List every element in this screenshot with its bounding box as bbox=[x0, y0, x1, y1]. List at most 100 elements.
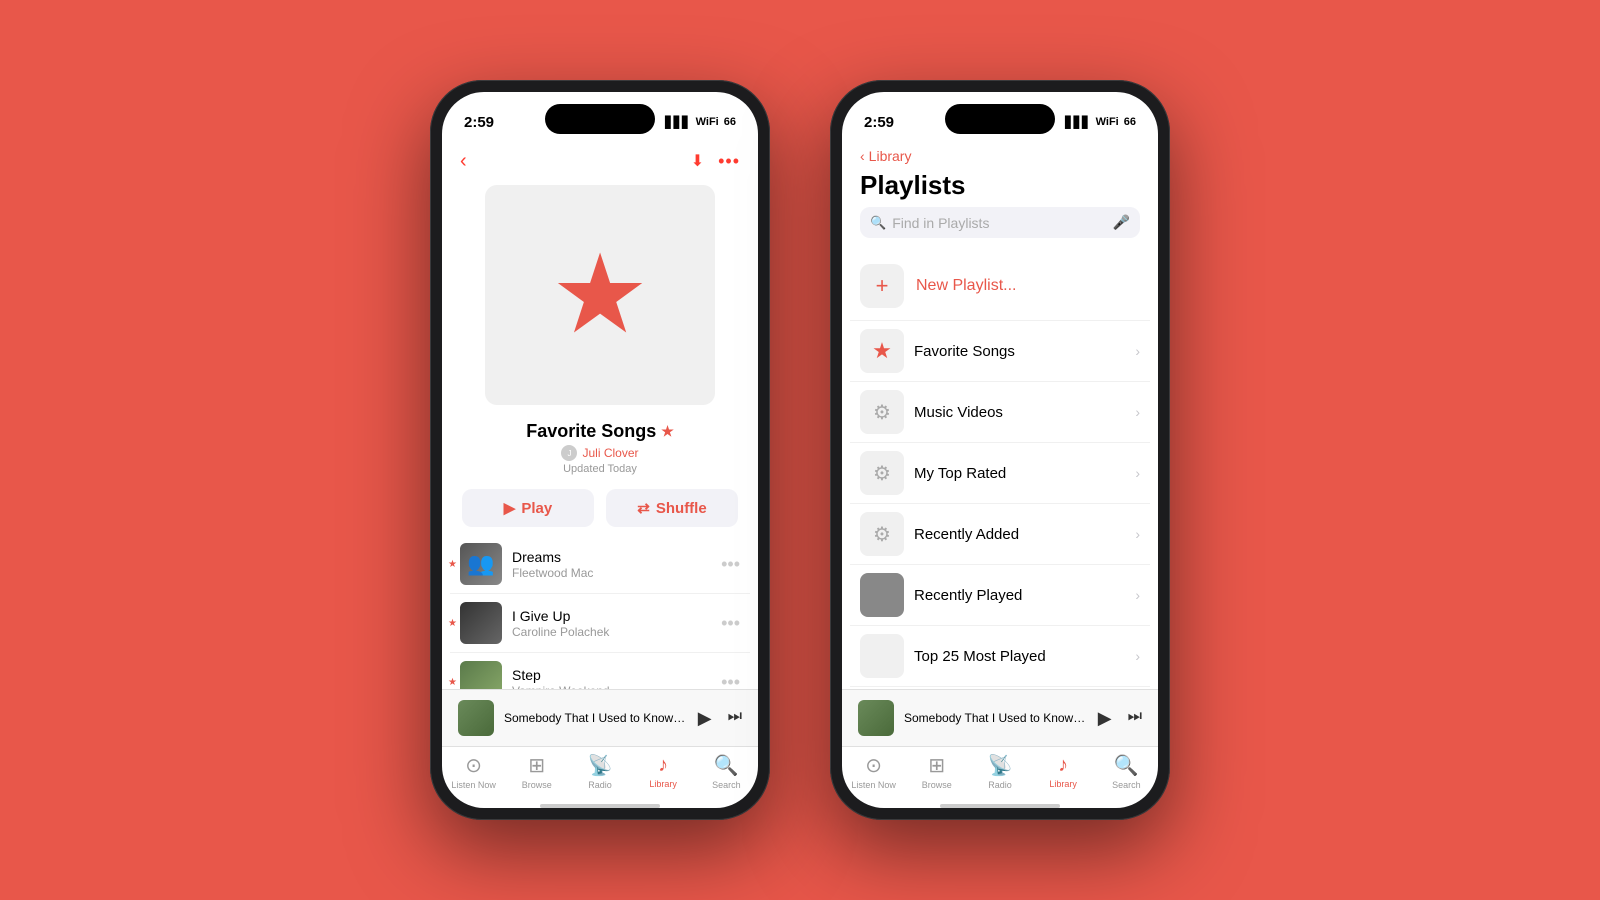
phone-2: 2:59 ▋▋▋ WiFi 66 ‹ Library Playlists 🔍 F… bbox=[830, 80, 1170, 820]
tab-radio-1[interactable]: 📡 Radio bbox=[568, 753, 631, 790]
tab-label-browse-1: Browse bbox=[522, 780, 552, 790]
back-nav-2[interactable]: ‹ Library bbox=[860, 148, 1140, 164]
gear-icon-recently-added: ⚙ bbox=[873, 522, 891, 547]
author-avatar: J bbox=[561, 445, 577, 461]
playlist-info: Favorite Songs ★ J Juli Clover Updated T… bbox=[442, 415, 758, 479]
nav-bar-1: ‹ ⬇ ••• bbox=[442, 144, 758, 181]
battery-icon-2: 66 bbox=[1124, 116, 1136, 128]
new-playlist-label: New Playlist... bbox=[916, 277, 1140, 295]
dynamic-island-1 bbox=[545, 104, 655, 134]
tab-listen-now-2[interactable]: ⊙ Listen Now bbox=[842, 753, 905, 790]
song-star-indicator: ★ bbox=[448, 677, 457, 688]
song-list: ★ 👥 Dreams Fleetwood Mac ••• ★ I Give bbox=[442, 535, 758, 689]
chevron-right-recently-played: › bbox=[1135, 587, 1140, 603]
new-playlist-item[interactable]: + New Playlist... bbox=[850, 252, 1150, 321]
tab-search-1[interactable]: 🔍 Search bbox=[695, 753, 758, 790]
mic-icon-2[interactable]: 🎤 bbox=[1113, 214, 1130, 231]
mini-player-2[interactable]: Somebody That I Used to Know (... ▶ ⏭ bbox=[842, 689, 1158, 746]
playlist-thumb-top-rated: ⚙ bbox=[860, 451, 904, 495]
search-bar-placeholder-2: Find in Playlists bbox=[892, 215, 1106, 231]
list-item[interactable] bbox=[850, 687, 1150, 689]
tab-browse-1[interactable]: ⊞ Browse bbox=[505, 753, 568, 790]
tab-label-radio-1: Radio bbox=[588, 780, 612, 790]
song-thumb-step bbox=[460, 661, 502, 689]
playlist-title: Favorite Songs ★ bbox=[462, 421, 738, 442]
playlist-thumb-favorites: ★ bbox=[860, 329, 904, 373]
playlists-page-title: Playlists bbox=[860, 170, 1140, 201]
tab-radio-2[interactable]: 📡 Radio bbox=[968, 753, 1031, 790]
chevron-right-top-rated: › bbox=[1135, 465, 1140, 481]
list-item[interactable]: Recently Played › bbox=[850, 565, 1150, 626]
wifi-icon-2: WiFi bbox=[1096, 116, 1119, 128]
song-info-dreams: Dreams Fleetwood Mac bbox=[512, 549, 711, 580]
signal-icon-2: ▋▋▋ bbox=[1065, 116, 1090, 129]
tab-browse-2[interactable]: ⊞ Browse bbox=[905, 753, 968, 790]
play-button[interactable]: ▶ Play bbox=[462, 489, 594, 527]
song-thumb-dreams: 👥 bbox=[460, 543, 502, 585]
wifi-icon-1: WiFi bbox=[696, 116, 719, 128]
new-playlist-icon: + bbox=[860, 264, 904, 308]
home-indicator-2 bbox=[940, 804, 1060, 808]
download-button-1[interactable]: ⬇ bbox=[691, 151, 704, 172]
mini-player-controls-2: ▶ ⏭ bbox=[1098, 708, 1142, 729]
list-item[interactable]: ★ 👥 Dreams Fleetwood Mac ••• bbox=[450, 535, 750, 594]
tab-label-search-1: Search bbox=[712, 780, 741, 790]
playlist-thumb-music-videos: ⚙ bbox=[860, 390, 904, 434]
chevron-right-favorites: › bbox=[1135, 343, 1140, 359]
list-item[interactable]: ★ Favorite Songs › bbox=[850, 321, 1150, 382]
chevron-right-recently-added: › bbox=[1135, 526, 1140, 542]
mini-play-button-2[interactable]: ▶ bbox=[1098, 708, 1112, 729]
song-info-step: Step Vampire Weekend bbox=[512, 667, 711, 690]
song-star-indicator: ★ bbox=[448, 618, 457, 629]
tab-search-2[interactable]: 🔍 Search bbox=[1095, 753, 1158, 790]
back-button-1[interactable]: ‹ bbox=[460, 150, 467, 173]
song-more-step[interactable]: ••• bbox=[721, 672, 740, 690]
list-item[interactable]: ⚙ My Top Rated › bbox=[850, 443, 1150, 504]
mini-play-button-1[interactable]: ▶ bbox=[698, 708, 712, 729]
mini-player-1[interactable]: Somebody That I Used to Know (... ▶ ⏭ bbox=[442, 689, 758, 746]
list-item[interactable]: ⚙ Recently Added › bbox=[850, 504, 1150, 565]
list-item[interactable]: ⚙ Music Videos › bbox=[850, 382, 1150, 443]
playlists-list: + New Playlist... ★ Favorite Songs › ⚙ bbox=[842, 252, 1158, 689]
song-thumb-givegup bbox=[460, 602, 502, 644]
tab-bar-2: ⊙ Listen Now ⊞ Browse 📡 Radio ♪ Library … bbox=[842, 746, 1158, 800]
list-item[interactable]: Top 25 Most Played › bbox=[850, 626, 1150, 687]
action-buttons: ▶ Play ⇄ Shuffle bbox=[442, 479, 758, 535]
tab-library-1[interactable]: ♪ Library bbox=[632, 754, 695, 789]
playlist-thumb-recently-added: ⚙ bbox=[860, 512, 904, 556]
tab-library-2[interactable]: ♪ Library bbox=[1032, 754, 1095, 789]
shuffle-button[interactable]: ⇄ Shuffle bbox=[606, 489, 738, 527]
list-item[interactable]: ★ Step Vampire Weekend ••• bbox=[450, 653, 750, 689]
album-art-container: ★ bbox=[442, 181, 758, 415]
playlists-header: ‹ Library Playlists 🔍 Find in Playlists … bbox=[842, 144, 1158, 252]
library-icon-1: ♪ bbox=[658, 754, 668, 777]
album-art: ★ bbox=[485, 185, 715, 405]
mini-forward-button-2[interactable]: ⏭ bbox=[1128, 708, 1142, 729]
song-more-dreams[interactable]: ••• bbox=[721, 554, 740, 575]
song-more-givegup[interactable]: ••• bbox=[721, 613, 740, 634]
nav-icons-right-1: ⬇ ••• bbox=[691, 151, 740, 172]
tab-listen-now-1[interactable]: ⊙ Listen Now bbox=[442, 753, 505, 790]
favorites-star-icon: ★ bbox=[872, 338, 892, 364]
song-info-givegup: I Give Up Caroline Polachek bbox=[512, 608, 711, 639]
dynamic-island-2 bbox=[945, 104, 1055, 134]
shuffle-icon: ⇄ bbox=[637, 499, 650, 517]
phone-1: 2:59 ▋▋▋ WiFi 66 ‹ ⬇ ••• ★ bbox=[430, 80, 770, 820]
mini-forward-button-1[interactable]: ⏭ bbox=[728, 708, 742, 729]
mini-player-thumb-1 bbox=[458, 700, 494, 736]
list-item[interactable]: ★ I Give Up Caroline Polachek ••• bbox=[450, 594, 750, 653]
browse-icon-1: ⊞ bbox=[528, 753, 545, 778]
tab-label-library-1: Library bbox=[649, 779, 677, 789]
search-bar-2[interactable]: 🔍 Find in Playlists 🎤 bbox=[860, 207, 1140, 238]
tab-label-search-2: Search bbox=[1112, 780, 1141, 790]
phone-1-screen: 2:59 ▋▋▋ WiFi 66 ‹ ⬇ ••• ★ bbox=[442, 92, 758, 808]
more-button-1[interactable]: ••• bbox=[718, 151, 740, 172]
gear-icon-top-rated: ⚙ bbox=[873, 461, 891, 486]
status-icons-1: ▋▋▋ WiFi 66 bbox=[665, 116, 736, 129]
status-icons-2: ▋▋▋ WiFi 66 bbox=[1065, 116, 1136, 129]
updated-text: Updated Today bbox=[462, 463, 738, 475]
status-time-2: 2:59 bbox=[864, 114, 894, 131]
status-time-1: 2:59 bbox=[464, 114, 494, 131]
playlist-author: J Juli Clover bbox=[462, 445, 738, 461]
search-bar-icon-2: 🔍 bbox=[870, 215, 886, 231]
